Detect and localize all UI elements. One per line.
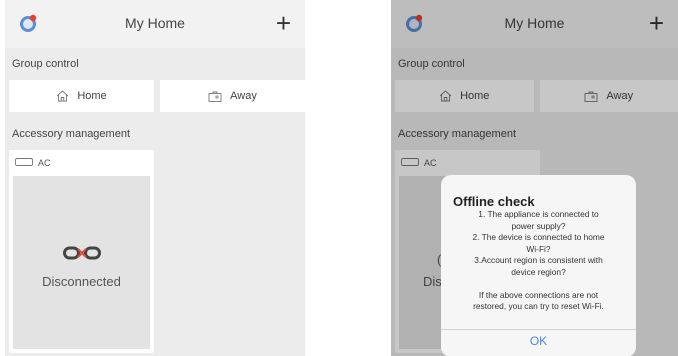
dialog-line: 3.Account region is consistent with <box>474 255 603 265</box>
page-title: My Home <box>125 15 185 31</box>
dialog-divider <box>441 329 636 330</box>
dialog-line: restored, you can try to reset Wi-Fi. <box>473 301 604 311</box>
home-screen-with-dialog: My Home + Group control Home Away Access… <box>391 0 678 356</box>
away-mode-button[interactable]: Away <box>160 80 305 112</box>
dialog-line: If the above connections are not <box>478 289 599 300</box>
device-card[interactable]: AC Disconnected <box>9 150 154 353</box>
air-conditioner-icon <box>15 157 33 168</box>
accessory-management-title: Accessory management <box>12 128 130 140</box>
dialog-line: device region? <box>511 266 566 277</box>
dialog-line: Wi-Fi? <box>526 243 551 254</box>
offline-check-dialog: Offline check 1. The appliance is connec… <box>441 175 636 356</box>
status-label: Disconnected <box>42 274 121 289</box>
dialog-line: 1. The appliance is connected to <box>478 209 599 219</box>
home-mode-label: Home <box>77 90 107 102</box>
home-screen: My Home + Group control Home Away Access… <box>5 0 305 356</box>
home-mode-button[interactable]: Home <box>9 80 154 112</box>
top-bar: My Home + <box>5 0 305 48</box>
add-button[interactable]: + <box>276 10 291 36</box>
device-status-panel: Disconnected <box>13 176 150 349</box>
device-card-header: AC <box>9 150 154 175</box>
suitcase-icon <box>208 91 222 102</box>
dialog-title: Offline check <box>453 194 535 209</box>
dialog-line: 2. The device is connected to home <box>472 232 605 242</box>
dialog-line: power supply? <box>511 220 566 231</box>
group-control-title: Group control <box>12 58 79 70</box>
ok-button[interactable]: OK <box>441 334 636 348</box>
group-control-tiles: Home Away <box>9 80 305 112</box>
device-name: AC <box>38 157 51 168</box>
disconnected-icon <box>62 246 101 265</box>
away-mode-label: Away <box>230 90 257 102</box>
house-icon <box>56 90 69 102</box>
